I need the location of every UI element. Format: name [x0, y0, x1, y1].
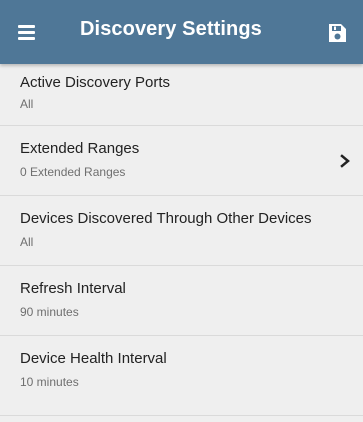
page-title: Discovery Settings [80, 18, 262, 40]
menu-bar [18, 31, 35, 34]
setting-value: All [20, 97, 34, 111]
settings-list: Active Discovery Ports All Extended Rang… [0, 64, 363, 422]
chevron-right-icon [340, 154, 350, 168]
save-icon-graphic [329, 24, 346, 42]
setting-label: Device Health Interval [20, 350, 167, 367]
setting-label: Devices Discovered Through Other Devices [20, 210, 312, 227]
app-bar: Discovery Settings [0, 0, 363, 64]
setting-devices-discovered-through-other-devices[interactable]: Devices Discovered Through Other Devices… [0, 196, 363, 266]
setting-value: 0 Extended Ranges [20, 165, 126, 179]
setting-extended-ranges[interactable]: Extended Ranges 0 Extended Ranges [0, 126, 363, 196]
setting-refresh-interval[interactable]: Refresh Interval 90 minutes [0, 266, 363, 336]
setting-label: Refresh Interval [20, 280, 126, 297]
setting-active-discovery-ports[interactable]: Active Discovery Ports All [0, 64, 363, 126]
menu-icon[interactable] [14, 19, 40, 45]
setting-value: 10 minutes [20, 375, 79, 389]
setting-device-health-interval[interactable]: Device Health Interval 10 minutes [0, 336, 363, 416]
discovery-settings-screen: Discovery Settings Active Discovery Port… [0, 0, 363, 422]
setting-label: Extended Ranges [20, 140, 140, 157]
setting-value: 90 minutes [20, 305, 79, 319]
setting-label: Active Discovery Ports [20, 74, 171, 91]
menu-bar [18, 25, 35, 28]
setting-value: All [20, 235, 34, 249]
save-icon[interactable] [326, 22, 348, 44]
menu-bar [18, 37, 35, 40]
